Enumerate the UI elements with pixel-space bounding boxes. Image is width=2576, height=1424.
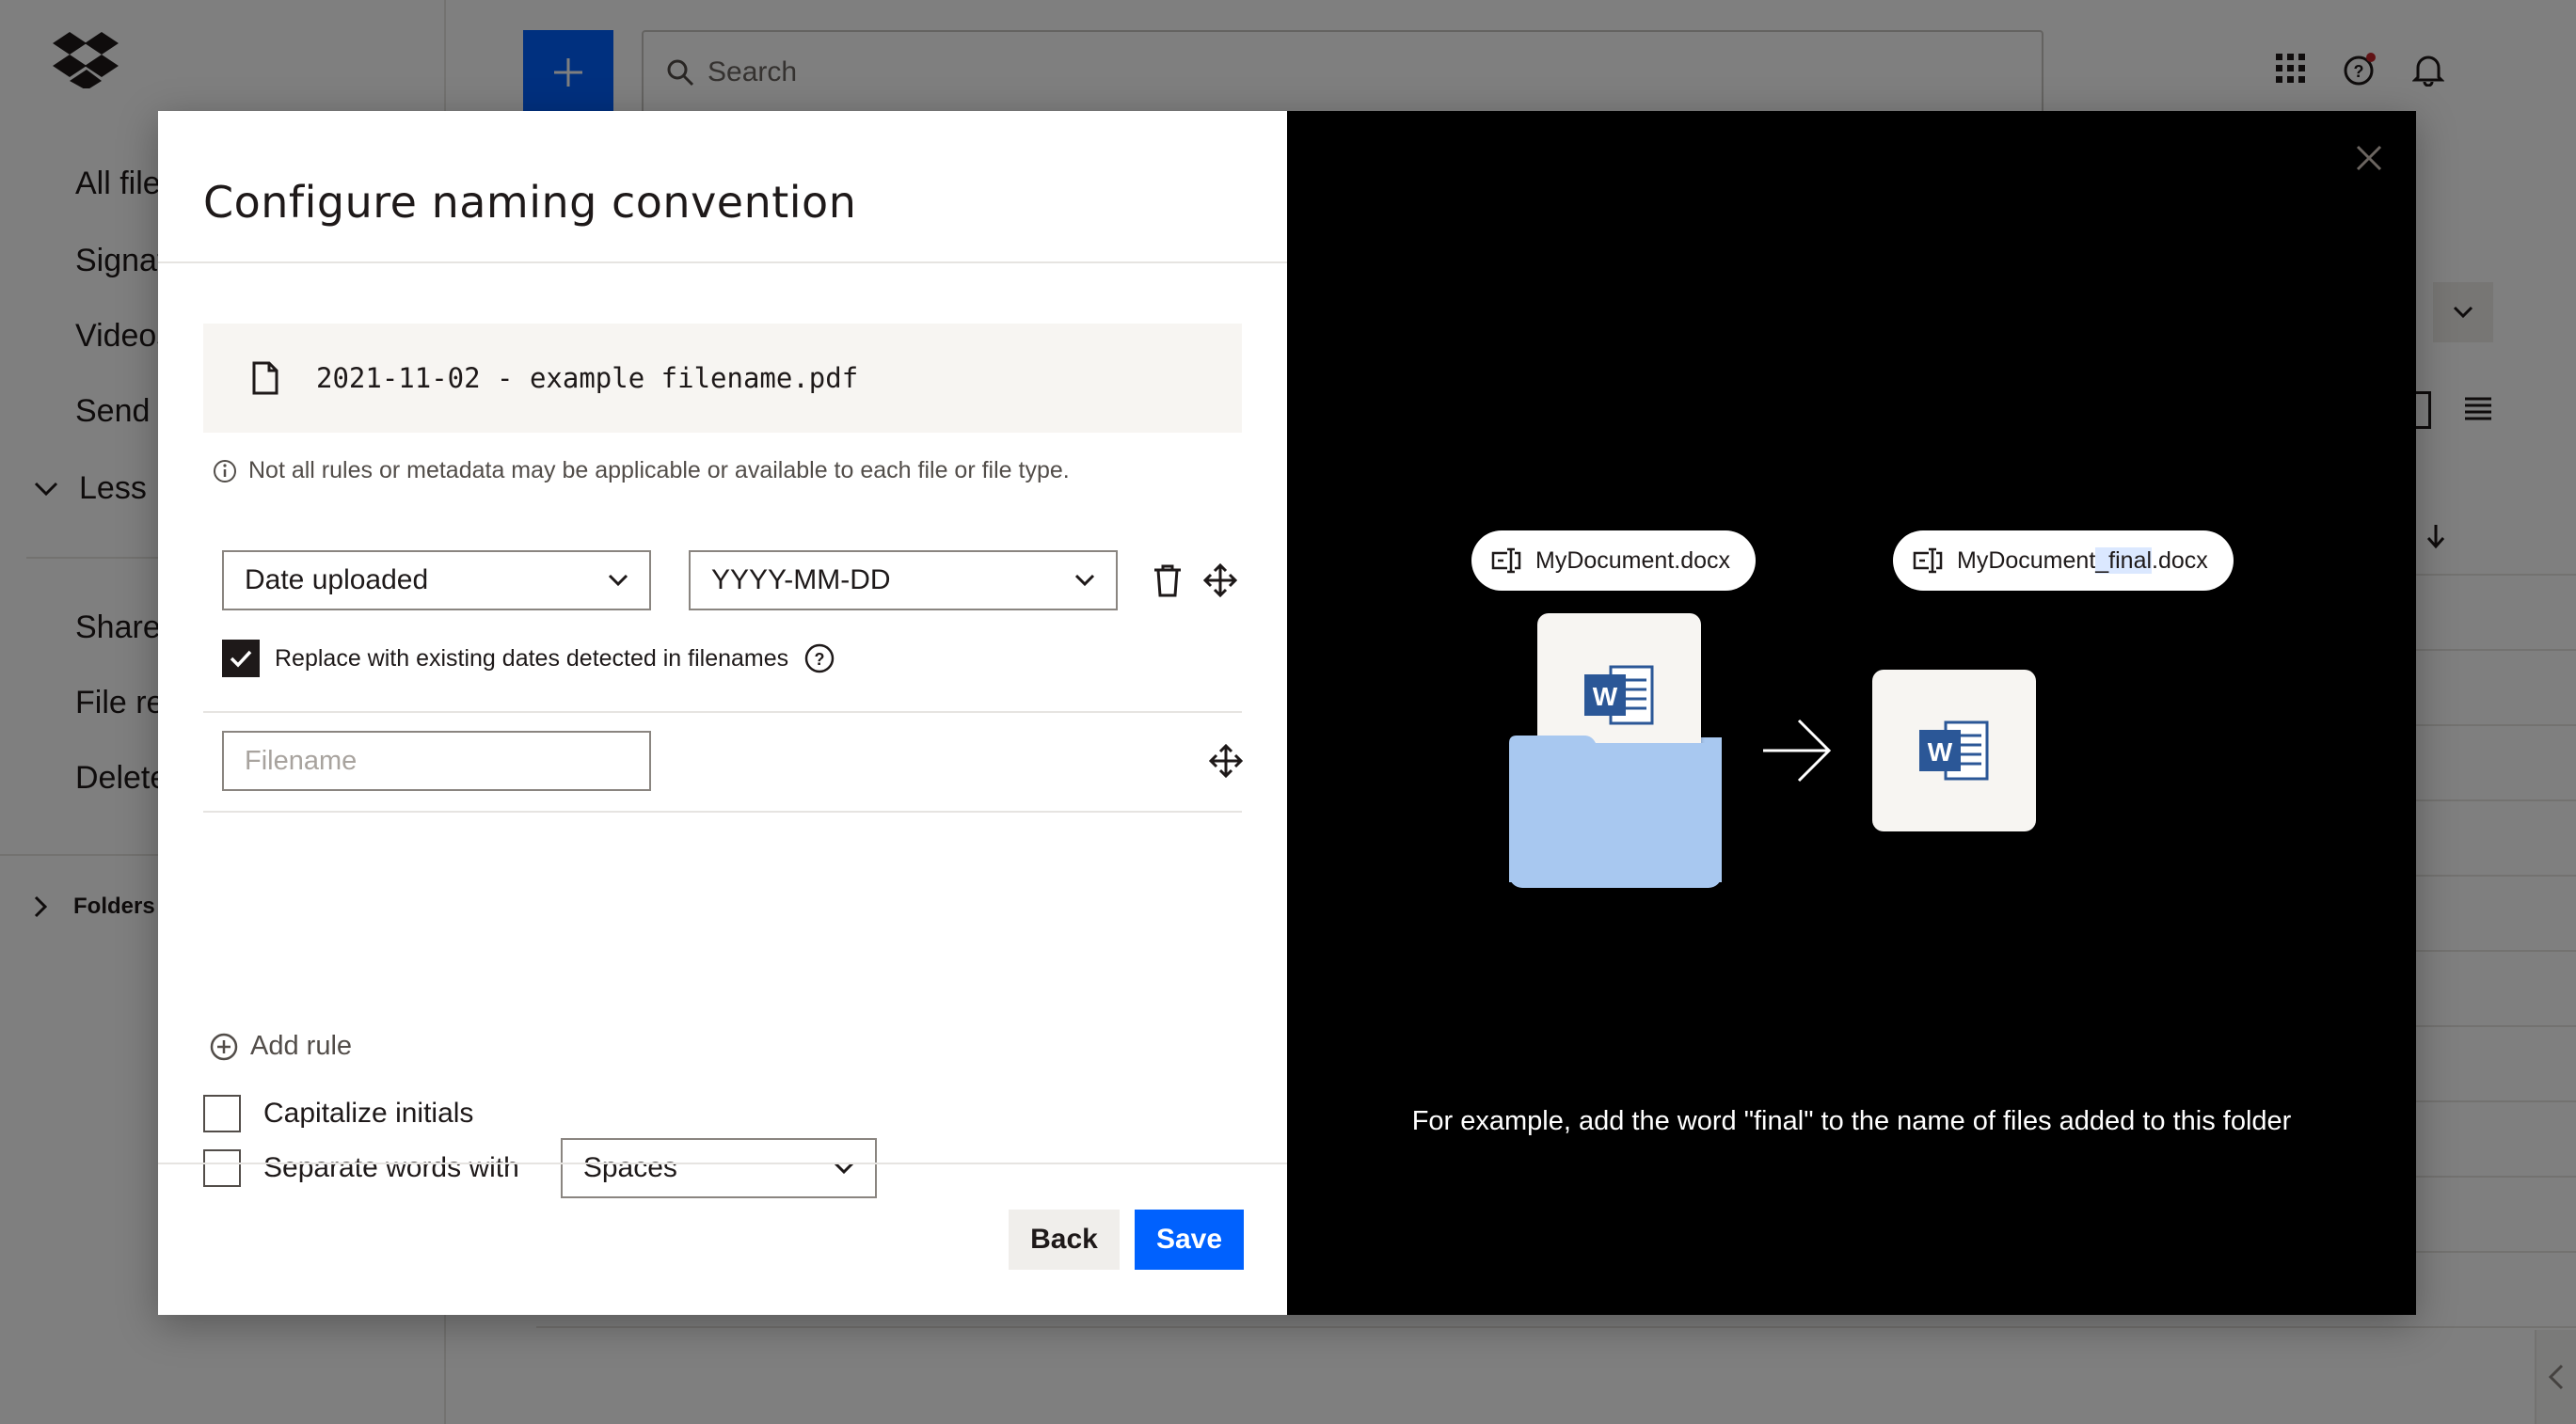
file-icon: [252, 361, 278, 395]
rule-row-date: Date uploaded YYYY-MM-DD: [222, 549, 1248, 611]
modal-form-panel: Configure naming convention 2021-11-02 -…: [158, 111, 1287, 1315]
replace-dates-checkbox[interactable]: [222, 640, 260, 677]
add-rule-button[interactable]: Add rule: [209, 1031, 352, 1062]
word-document-icon: W: [1584, 665, 1654, 725]
filename-input[interactable]: [222, 731, 651, 791]
info-text: Not all rules or metadata may be applica…: [248, 457, 1070, 483]
svg-text:W: W: [1928, 737, 1953, 767]
separate-words-checkbox[interactable]: [203, 1149, 241, 1187]
example-caption: For example, add the word "final" to the…: [1411, 1106, 2292, 1136]
add-circle-icon: [210, 1033, 238, 1060]
rule-divider: [203, 811, 1242, 813]
delete-rule-button[interactable]: [1144, 557, 1191, 604]
move-icon: [1209, 744, 1243, 778]
rule-type-value: Date uploaded: [245, 564, 429, 595]
separator-value: Spaces: [582, 1152, 677, 1183]
add-rule-label: Add rule: [250, 1031, 353, 1061]
save-button[interactable]: Save: [1135, 1210, 1244, 1270]
capitalize-checkbox[interactable]: [203, 1095, 241, 1132]
after-filename-base: MyDocument: [1957, 546, 2096, 574]
word-document-icon: W: [1919, 720, 1989, 781]
svg-text:?: ?: [815, 650, 825, 669]
after-filename-pill: MyDocument_final.docx: [1893, 530, 2234, 591]
filename-preview: 2021-11-02 - example filename.pdf: [203, 324, 1242, 433]
naming-convention-modal: Configure naming convention 2021-11-02 -…: [158, 111, 2416, 1315]
modal-illustration-panel: MyDocument.docx MyDocument_final.docx W: [1287, 111, 2416, 1315]
close-icon[interactable]: [2350, 139, 2388, 177]
rename-icon: [1913, 547, 1943, 574]
rule-row-filename: [222, 730, 1248, 792]
rule-type-select[interactable]: Date uploaded: [222, 550, 651, 610]
footer-divider: [158, 1163, 1287, 1164]
help-icon[interactable]: ?: [803, 642, 835, 674]
svg-text:W: W: [1593, 682, 1618, 711]
before-filename-ext: .docx: [1674, 546, 1731, 574]
info-icon: [214, 459, 236, 483]
before-filename-base: MyDocument: [1535, 546, 1675, 574]
preview-filename: 2021-11-02 - example filename.pdf: [316, 362, 859, 394]
separate-words-label: Separate words with: [263, 1152, 519, 1183]
capitalize-label: Capitalize initials: [263, 1098, 474, 1129]
drag-handle[interactable]: [1197, 557, 1244, 604]
back-button[interactable]: Back: [1009, 1210, 1120, 1270]
arrow-right-icon: [1763, 719, 1832, 783]
renamed-word-document: W: [1872, 670, 2036, 831]
rule-divider: [203, 711, 1242, 713]
folder-illustration: [1509, 743, 1722, 888]
rename-icon: [1491, 547, 1521, 574]
separate-words-option: Separate words with Spaces: [203, 1138, 877, 1198]
info-note: Not all rules or metadata may be applica…: [213, 457, 1070, 484]
chevron-down-icon: [1074, 574, 1095, 587]
before-filename-pill: MyDocument.docx: [1471, 530, 1756, 591]
drag-handle[interactable]: [1202, 737, 1249, 784]
replace-dates-option: Replace with existing dates detected in …: [222, 640, 835, 677]
replace-dates-label: Replace with existing dates detected in …: [275, 644, 789, 672]
after-filename-highlight: _final: [2095, 546, 2153, 574]
trash-icon: [1154, 564, 1181, 597]
checkmark-icon: [230, 650, 252, 668]
capitalize-option: Capitalize initials: [203, 1095, 473, 1132]
modal-title: Configure naming convention: [203, 177, 857, 228]
date-format-select[interactable]: YYYY-MM-DD: [689, 550, 1118, 610]
folder-tab-icon: [1509, 736, 1722, 756]
after-filename-ext: .docx: [2152, 546, 2208, 574]
chevron-down-icon: [608, 574, 628, 587]
title-divider: [158, 261, 1287, 263]
move-icon: [1203, 563, 1237, 597]
separator-select[interactable]: Spaces: [560, 1138, 877, 1198]
date-format-value: YYYY-MM-DD: [711, 564, 891, 595]
